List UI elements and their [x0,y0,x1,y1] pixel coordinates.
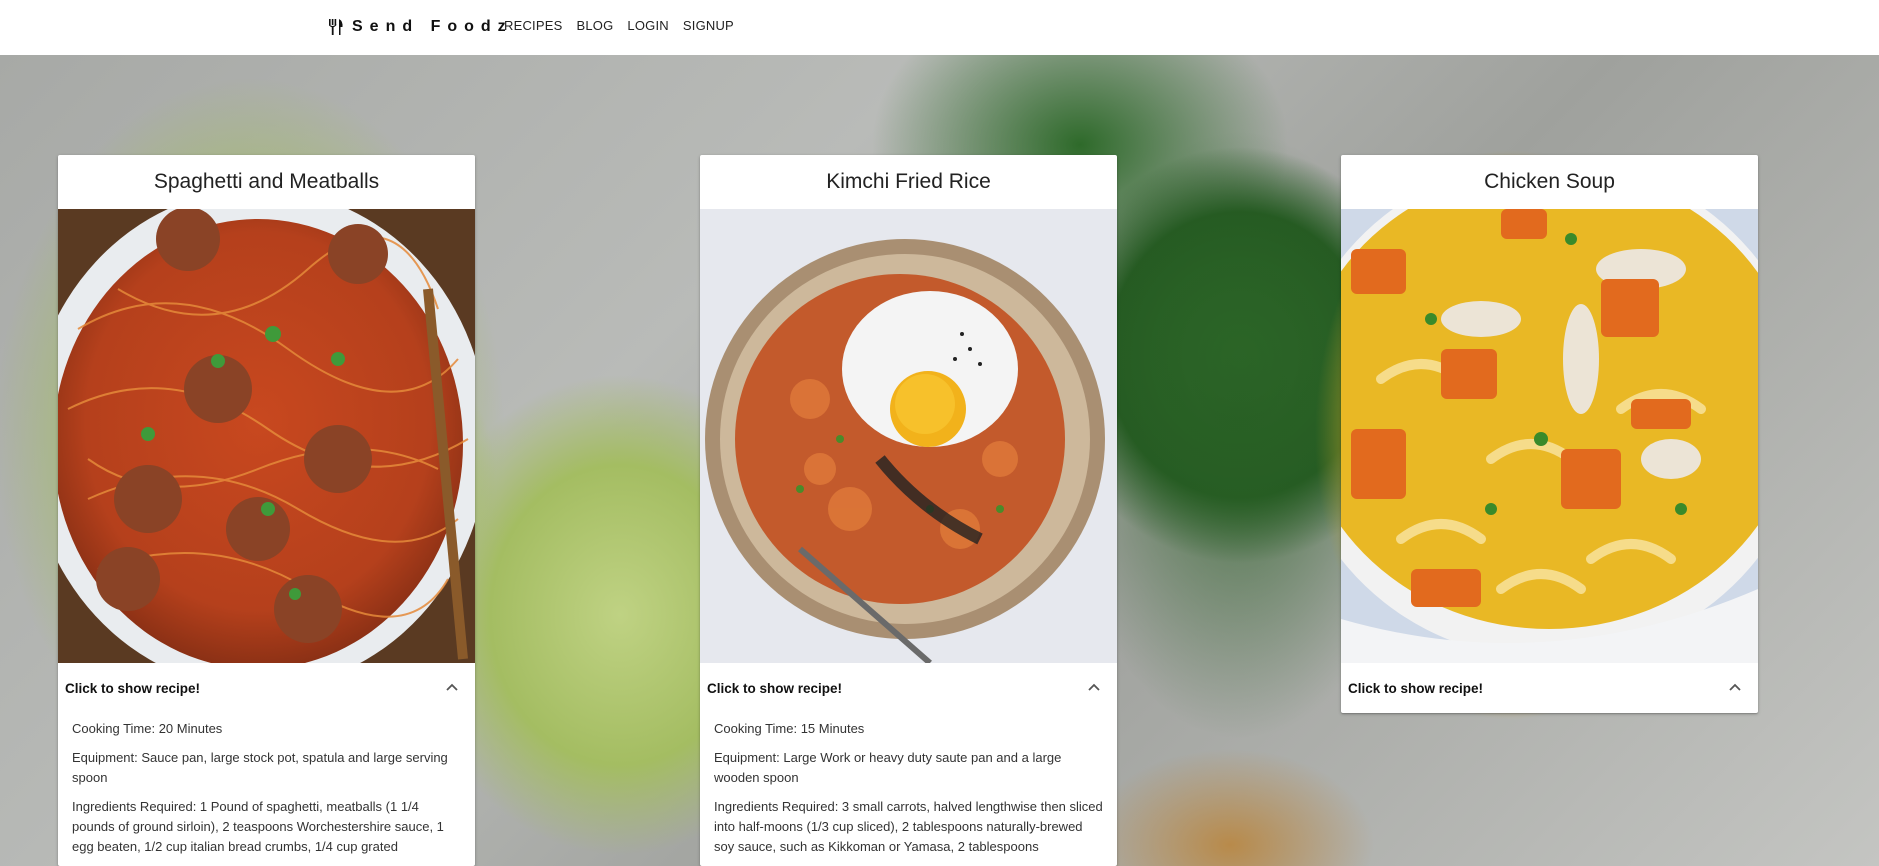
show-recipe-toggle[interactable]: Click to show recipe! [1341,663,1758,713]
kimchi-fried-rice-photo [700,209,1117,663]
chevron-up-icon[interactable] [1728,683,1742,693]
ingredients: Ingredients Required: 1 Pound of spaghet… [72,799,444,854]
nav-blog-link[interactable]: BLOG [576,18,613,33]
show-recipe-label: Click to show recipe! [1348,680,1484,696]
recipe-card-chicken-soup: Chicken Soup Click to show recipe! [1341,155,1758,713]
recipe-details: Cooking Time: 15 Minutes Equipment: Larg… [700,713,1117,857]
equipment: Equipment: Large Work or heavy duty saut… [714,750,1062,785]
nav-login-link[interactable]: LOGIN [627,18,668,33]
recipe-details: Cooking Time: 20 Minutes Equipment: Sauc… [58,713,475,857]
card-title: Kimchi Fried Rice [826,170,991,193]
fork-knife-icon [328,18,344,36]
equipment: Equipment: Sauce pan, large stock pot, s… [72,750,448,785]
nav-signup-link[interactable]: SIGNUP [683,18,734,33]
main-nav: RECIPES BLOG LOGIN SIGNUP [504,18,734,33]
recipe-card-spaghetti: Spaghetti and Meatballs Click to show re… [58,155,475,866]
ingredients: Ingredients Required: 3 small carrots, h… [714,799,1103,854]
brand-name: Send Foodz [352,18,513,35]
show-recipe-label: Click to show recipe! [65,680,201,696]
cooking-time: Cooking Time: 15 Minutes [714,721,865,736]
nav-recipes-link[interactable]: RECIPES [504,18,562,33]
top-navbar: Send Foodz RECIPES BLOG LOGIN SIGNUP [0,0,1879,55]
chevron-up-icon[interactable] [445,683,459,693]
recipe-card-kimchi-fried-rice: Kimchi Fried Rice Click to show recipe! … [700,155,1117,866]
show-recipe-toggle[interactable]: Click to show recipe! [700,663,1117,713]
cooking-time: Cooking Time: 20 Minutes [72,721,223,736]
chicken-soup-photo [1341,209,1758,663]
chevron-up-icon[interactable] [1087,683,1101,693]
spaghetti-photo [58,209,475,663]
show-recipe-label: Click to show recipe! [707,680,843,696]
brand-logo[interactable]: Send Foodz [328,15,513,39]
card-title: Chicken Soup [1484,170,1615,193]
show-recipe-toggle[interactable]: Click to show recipe! [58,663,475,713]
card-title: Spaghetti and Meatballs [153,170,380,193]
